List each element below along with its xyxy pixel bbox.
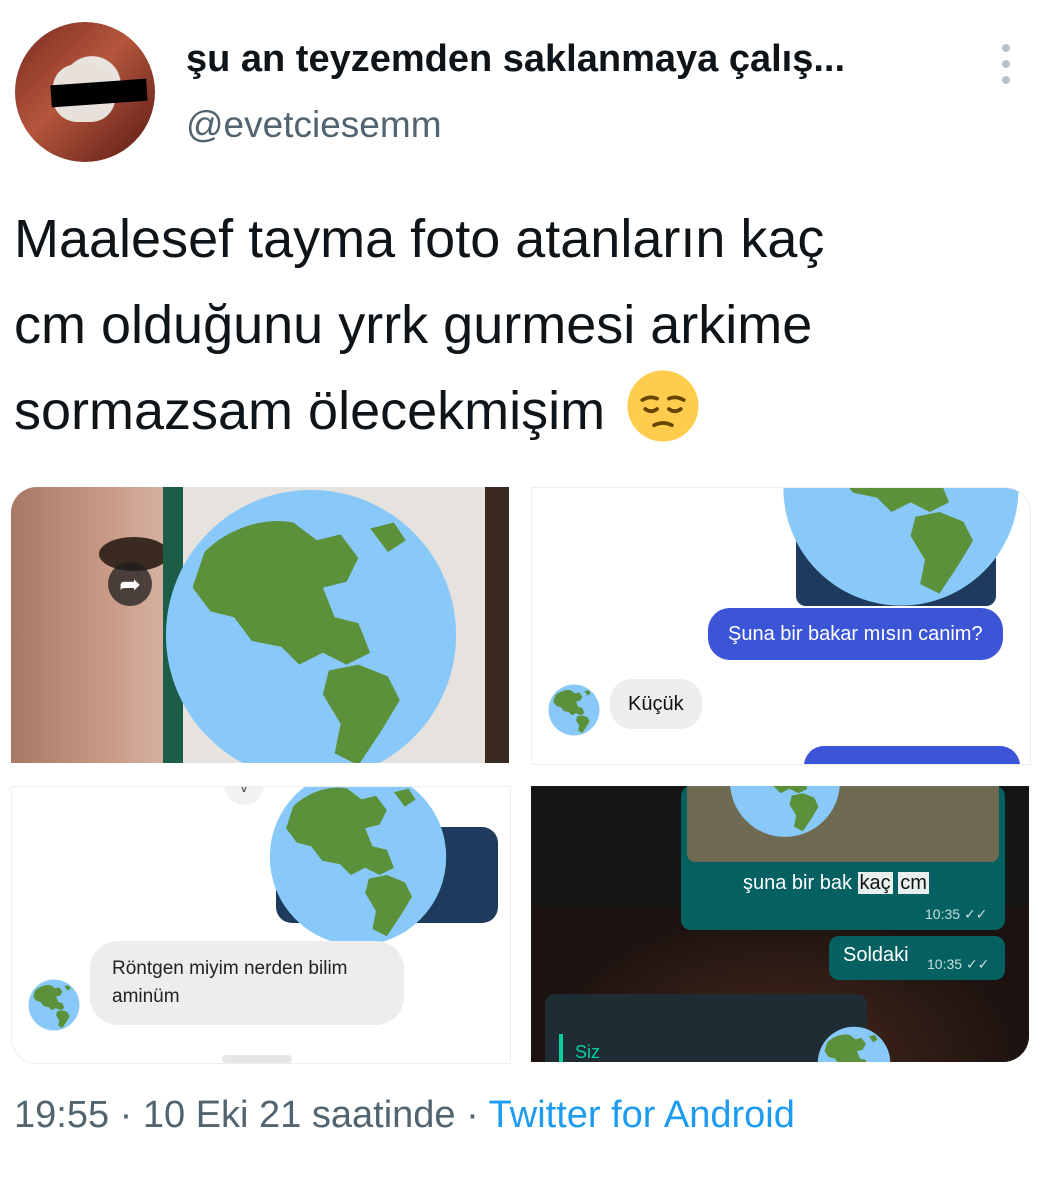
media-image-1[interactable]: ➦ (11, 487, 509, 763)
chevron-down-icon[interactable]: v (224, 787, 264, 805)
globe-americas-emoji (268, 786, 448, 947)
share-arrow-icon[interactable]: ➦ (108, 562, 152, 606)
message-text: Soldaki (843, 944, 909, 966)
globe-americas-emoji (776, 487, 1026, 608)
whatsapp-message: şuna bir bak kaç cm 10:35 ✓✓ (681, 786, 1005, 930)
globe-americas-emoji (715, 786, 855, 838)
tweet-meta: 19:55 · 10 Eki 21 saatinde · Twitter for… (14, 1094, 795, 1136)
avatar[interactable] (15, 22, 155, 162)
more-vertical-icon[interactable] (994, 44, 1018, 84)
globe-americas-emoji (817, 1026, 891, 1062)
message-text: şuna bir bak kaç cm (743, 872, 929, 894)
tweet-text: Maalesef tayma foto atanların kaç cm old… (14, 196, 1029, 454)
timestamp-partial (222, 1055, 292, 1063)
tweet-date[interactable]: 10 Eki 21 saatinde (143, 1094, 456, 1136)
tweet-time[interactable]: 19:55 (14, 1094, 109, 1136)
double-check-icon: ✓✓ (965, 956, 990, 972)
photo-edge (485, 487, 509, 763)
tweet-text-line: sormazsam ölecekmişim (14, 368, 1029, 454)
sent-message-partial (804, 746, 1020, 764)
media-image-2[interactable]: Şuna bir bakar mısın canim? Küçük (531, 487, 1031, 765)
received-message: Röntgen miyim nerden bilim aminüm (90, 941, 404, 1025)
tweet-text-line: cm olduğunu yrrk gurmesi arkime (14, 295, 813, 355)
globe-americas-emoji (548, 684, 600, 736)
received-message-line: aminüm (112, 986, 180, 1007)
display-name[interactable]: şu an teyzemden saklanmaya çalış... (186, 38, 845, 81)
message-time: 10:35 ✓✓ (925, 906, 988, 922)
pensive-face-emoji (627, 370, 699, 442)
whatsapp-message: Soldaki 10:35 ✓✓ (829, 936, 1005, 980)
globe-americas-emoji (28, 979, 80, 1031)
source-link[interactable]: Twitter for Android (489, 1094, 795, 1136)
quote-label: Siz (575, 1042, 601, 1062)
globe-americas-emoji (163, 487, 459, 763)
received-message-line: Röntgen miyim nerden bilim (112, 958, 348, 979)
eye-photo (11, 487, 171, 763)
media-image-4[interactable]: şuna bir bak kaç cm 10:35 ✓✓ Soldaki 10:… (531, 786, 1029, 1062)
sent-message: Şuna bir bakar mısın canim? (708, 608, 1003, 660)
received-message: Küçük (610, 679, 702, 729)
double-check-icon: ✓✓ (963, 906, 988, 922)
tweet-text-line: Maalesef tayma foto atanların kaç (14, 209, 825, 269)
media-image-3[interactable]: v Röntgen miyim nerden bilim aminüm (11, 786, 511, 1064)
reply-compose: Siz (545, 994, 867, 1062)
user-handle[interactable]: @evetciesemm (186, 104, 442, 146)
message-time: 10:35 ✓✓ (927, 956, 990, 972)
